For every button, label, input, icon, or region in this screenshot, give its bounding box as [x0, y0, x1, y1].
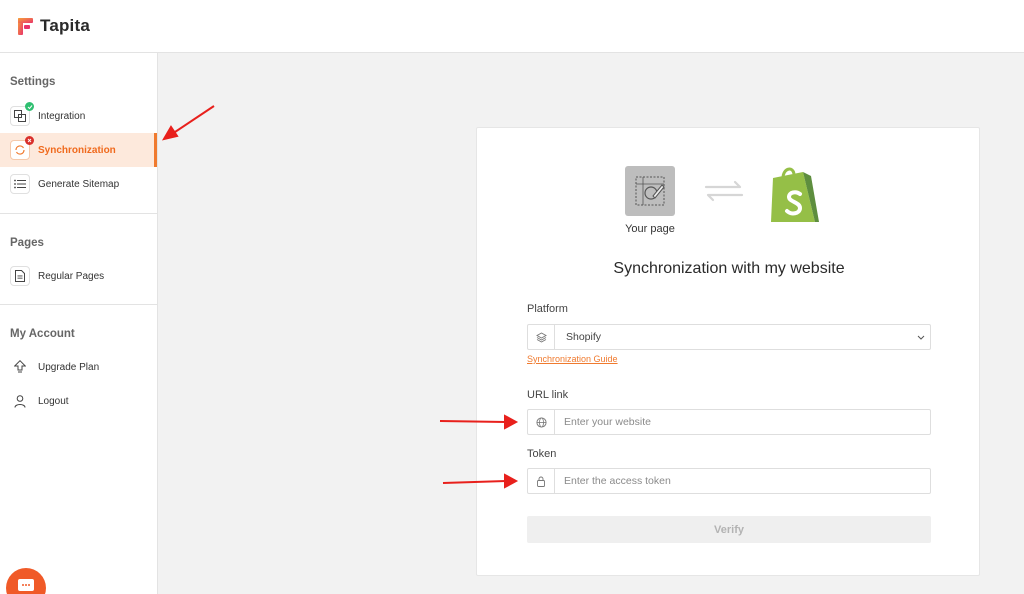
document-icon: [10, 266, 30, 286]
globe-icon: [528, 410, 555, 434]
app-header: Tapita: [0, 0, 1024, 53]
sidebar-item-regular-pages[interactable]: Regular Pages: [0, 259, 157, 293]
sync-icon: [10, 136, 34, 160]
brand-name: Tapita: [40, 16, 91, 35]
list-icon: [10, 174, 30, 194]
error-badge-icon: [25, 136, 34, 145]
token-input[interactable]: [555, 469, 930, 493]
sidebar-item-label: Regular Pages: [38, 270, 105, 282]
sidebar-item-logout[interactable]: Logout: [0, 384, 157, 418]
section-title-settings: Settings: [10, 76, 56, 88]
sidebar-item-label: Logout: [38, 395, 69, 407]
synchronization-card: Your page Synchronization with my websit…: [476, 127, 980, 576]
shopify-logo-icon: [771, 167, 819, 222]
tapita-logo-icon: [18, 17, 33, 35]
sidebar: Settings Integration Synchronization Gen…: [0, 53, 158, 594]
user-icon: [10, 391, 30, 411]
sidebar-item-label: Synchronization: [38, 144, 116, 156]
verify-button[interactable]: Verify: [527, 516, 931, 543]
connected-check-icon: [25, 102, 34, 111]
layers-icon: [528, 325, 555, 349]
lock-icon: [528, 469, 555, 493]
platform-select[interactable]: Shopify: [527, 324, 931, 350]
url-label: URL link: [527, 389, 569, 401]
sidebar-divider: [0, 304, 157, 305]
platform-select-value: Shopify: [566, 331, 602, 343]
sidebar-item-upgrade-plan[interactable]: Upgrade Plan: [0, 350, 157, 384]
token-label: Token: [527, 448, 557, 460]
chat-icon: [18, 579, 34, 591]
synchronization-guide-link[interactable]: Synchronization Guide: [527, 354, 618, 364]
url-input-group: [527, 409, 931, 435]
brand-logo[interactable]: Tapita: [18, 16, 90, 36]
annotation-arrow-sync: [171, 105, 215, 135]
sidebar-item-synchronization[interactable]: Synchronization: [0, 133, 157, 167]
sidebar-item-integration[interactable]: Integration: [0, 99, 157, 133]
sidebar-divider: [0, 213, 157, 214]
sync-arrows-icon: [704, 180, 744, 202]
section-title-my-account: My Account: [10, 328, 75, 340]
your-page-label: Your page: [625, 223, 675, 235]
sidebar-item-label: Generate Sitemap: [38, 178, 120, 190]
annotation-arrowhead: [161, 125, 179, 141]
integration-icon: [10, 102, 34, 126]
url-input[interactable]: [555, 410, 930, 434]
sidebar-item-label: Integration: [38, 110, 86, 122]
chevron-down-icon: [912, 325, 930, 349]
section-title-pages: Pages: [10, 237, 44, 249]
upgrade-arrow-icon: [10, 357, 30, 377]
platform-label: Platform: [527, 303, 568, 315]
sidebar-item-label: Upgrade Plan: [38, 361, 100, 373]
token-input-group: [527, 468, 931, 494]
sidebar-item-generate-sitemap[interactable]: Generate Sitemap: [0, 167, 157, 201]
page-design-icon: [635, 176, 665, 206]
your-page-thumbnail: [625, 166, 675, 216]
card-title: Synchronization with my website: [613, 260, 845, 277]
